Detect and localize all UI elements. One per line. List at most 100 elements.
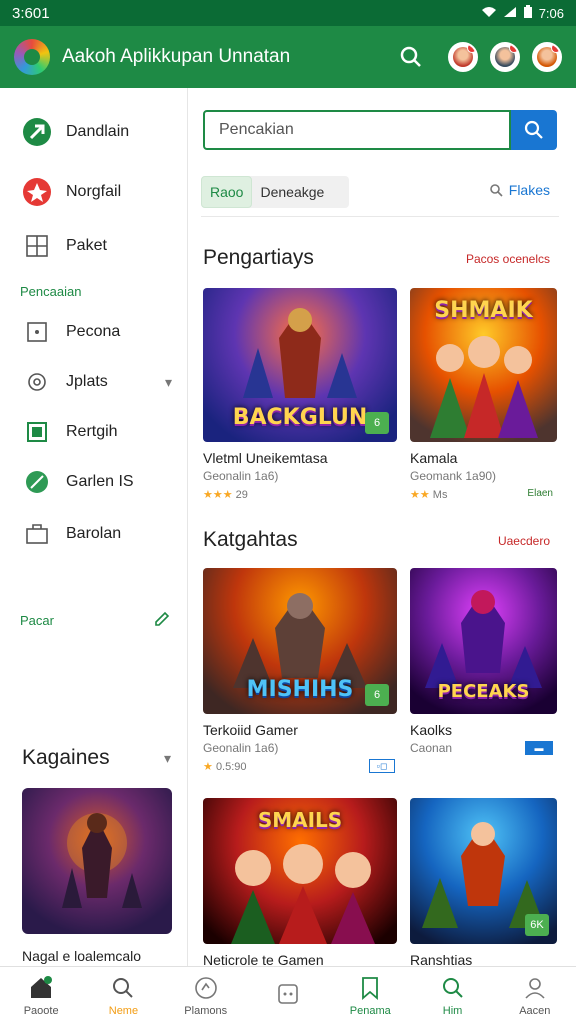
home-icon: [28, 975, 54, 1001]
game-rating: ★★★ 29: [203, 489, 248, 501]
sidebar-section-title: Pencaaian: [20, 284, 82, 299]
sidebar-item-label: Norgfail: [66, 183, 122, 200]
game-subtitle: Geonalin 1a6): [203, 469, 279, 483]
chip-active[interactable]: Raoo: [201, 176, 253, 208]
chevron-down-icon[interactable]: ▾: [165, 374, 172, 391]
game-rating: ★ 0.5:90: [203, 761, 247, 773]
nav-item-plamons[interactable]: Plamons: [165, 967, 247, 1024]
square-icon: [22, 317, 52, 347]
nav-item-him[interactable]: Him: [411, 967, 493, 1024]
nav-label: Plamons: [184, 1004, 228, 1017]
bookmark-icon: [357, 975, 383, 1001]
game-card[interactable]: 6K Ranshtias: [410, 798, 557, 968]
nav-item-search[interactable]: Neme: [82, 967, 164, 1024]
filter-link-label: Flakes: [508, 182, 550, 198]
nav-label: Aacen: [519, 1004, 551, 1017]
game-card[interactable]: SHMAIK Kamala Geomank 1a90) ★★ Ms Elaen: [410, 288, 557, 501]
sidebar-item-dandlain[interactable]: Dandlain: [0, 110, 188, 154]
divider: [201, 216, 559, 217]
sidebar: Dandlain Norgfail Paket Pencaaian Pecona…: [0, 88, 188, 966]
status-icons: 7:06: [481, 4, 564, 22]
search-icon: [110, 975, 136, 1001]
search-icon: [489, 184, 503, 197]
search-input[interactable]: Pencakian: [203, 110, 511, 150]
game-card[interactable]: PECEAKS Kaolks Caonan ▬: [410, 568, 557, 755]
section-link[interactable]: Uaecdero: [498, 534, 550, 548]
sidebar-item-label: Dandlain: [66, 123, 130, 140]
nav-label: Paoote: [23, 1004, 59, 1017]
search-icon[interactable]: [396, 42, 426, 72]
nav-item-profile[interactable]: Aacen: [494, 967, 576, 1024]
sidebar-item-label: Rertgih: [66, 423, 118, 440]
filter-link[interactable]: Flakes: [489, 182, 550, 198]
sidebar-item-label: Garlen IS: [66, 473, 134, 490]
sidebar-thumb-label: Nagal e loalemcalo: [22, 948, 142, 964]
sidebar-item-barolan[interactable]: Barolan: [0, 512, 188, 556]
briefcase-icon: [22, 519, 52, 549]
nav-item-home[interactable]: Paoote: [0, 967, 82, 1024]
game-subtitle: Geomank 1a90): [410, 469, 497, 483]
game-tag-box: ▫◻: [369, 759, 395, 773]
sidebar-item-paket[interactable]: Paket: [0, 224, 188, 268]
leaf-icon: [22, 467, 52, 497]
sidebar-heading: Kagaines: [22, 746, 110, 769]
nav-item-square[interactable]: [247, 967, 329, 1024]
globe-icon: [193, 975, 219, 1001]
section-title: Pengartiays: [203, 246, 314, 269]
sidebar-item-garlen[interactable]: Garlen IS: [0, 460, 188, 504]
avatar[interactable]: [532, 42, 562, 72]
section-link[interactable]: Pacos ocenelcs: [466, 252, 550, 266]
sidebar-item-label: Pecona: [66, 323, 121, 340]
section-title: Katgahtas: [203, 528, 298, 551]
game-card[interactable]: MISHIHS 6 Terkoiid Gamer Geonalin 1a6) ★…: [203, 568, 397, 773]
game-tag-box: ▬: [525, 741, 553, 755]
avatar[interactable]: [490, 42, 520, 72]
edit-icon[interactable]: [153, 610, 171, 633]
sidebar-item-jplats[interactable]: Jplats ▾: [0, 360, 188, 404]
game-thumbnail: 6K: [410, 798, 557, 944]
square-icon: [275, 981, 301, 1007]
game-art-title: SMAILS: [257, 808, 343, 832]
game-title: Terkoiid Gamer: [203, 722, 298, 738]
status-time: 3:601: [12, 4, 50, 22]
signal-icon: [503, 6, 517, 21]
chevron-down-icon[interactable]: ▾: [164, 750, 171, 767]
sidebar-item-rertgih[interactable]: Rertgih: [0, 410, 188, 454]
app-bar: Aakoh Aplikkupan Unnatan: [0, 26, 576, 88]
status-clock-right: 7:06: [538, 5, 564, 21]
sidebar-game-thumbnail[interactable]: [22, 788, 172, 934]
profile-icon: [522, 975, 548, 1001]
search-button[interactable]: [511, 110, 557, 150]
game-subtitle: Geonalin 1a6): [203, 741, 279, 755]
game-card[interactable]: SMAILS Neticrole te Gamen: [203, 798, 397, 968]
bottom-nav: Paoote Neme Plamons Penama Him Aacen: [0, 966, 576, 1024]
search-icon: [440, 975, 466, 1001]
game-tag: Elaen: [527, 488, 553, 499]
game-art-title: SHMAIK: [434, 298, 533, 323]
game-title: Kaolks: [410, 722, 453, 738]
nav-label: Neme: [108, 1004, 139, 1017]
sidebar-item-norgfail[interactable]: Norgfail: [0, 170, 188, 214]
wifi-icon: [481, 6, 497, 21]
box-icon: [22, 417, 52, 447]
grid-icon: [22, 231, 52, 261]
game-badge: 6: [365, 684, 389, 706]
game-badge: 6K: [525, 914, 549, 936]
filter-chips: Raoo Deneakge: [201, 176, 349, 208]
game-thumbnail: PECEAKS: [410, 568, 557, 714]
app-title: Aakoh Aplikkupan Unnatan: [62, 46, 291, 67]
game-art-title: PECEAKS: [437, 681, 530, 702]
main-content: Pencakian Raoo Deneakge Flakes Pengartia…: [189, 88, 576, 968]
arrow-icon: [22, 117, 52, 147]
sidebar-item-pecona[interactable]: Pecona: [0, 310, 188, 354]
game-card[interactable]: BACKGLUN 6 Vletml Uneikemtasa Geonalin 1…: [203, 288, 397, 501]
game-thumbnail: BACKGLUN 6: [203, 288, 397, 442]
battery-icon: [523, 4, 533, 22]
puzzle-icon: [22, 367, 52, 397]
search-placeholder: Pencakian: [219, 121, 294, 138]
avatar[interactable]: [448, 42, 478, 72]
nav-item-bookmark[interactable]: Penama: [329, 967, 411, 1024]
sidebar-item-label: Paket: [66, 237, 107, 254]
chip-other[interactable]: Deneakge: [252, 184, 332, 200]
game-badge: 6: [365, 412, 389, 434]
